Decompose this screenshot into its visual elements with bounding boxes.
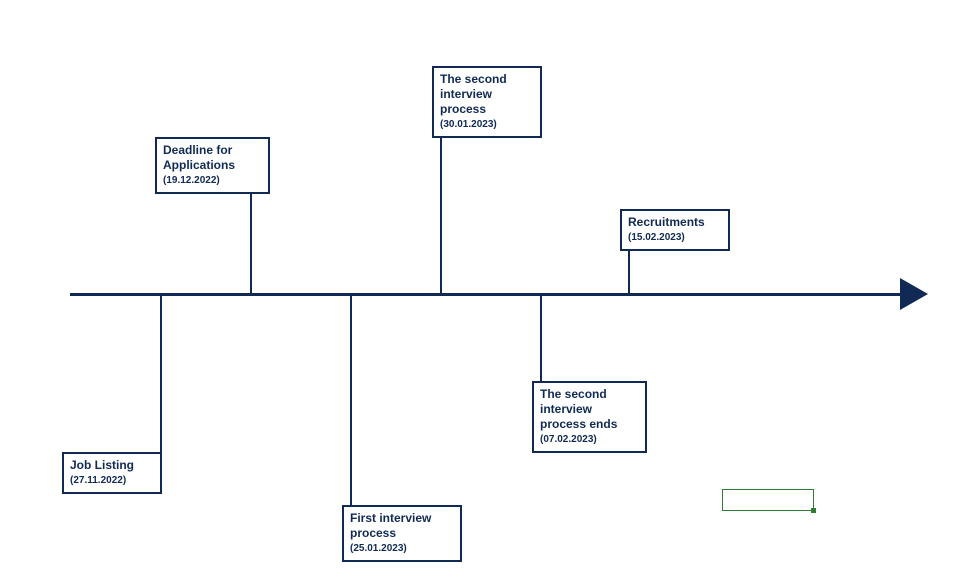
date-job-listing: (27.11.2022) xyxy=(70,475,154,486)
timeline-axis xyxy=(70,293,900,296)
connector-job-listing xyxy=(160,296,162,452)
connector-second-ends xyxy=(540,296,542,381)
card-job-listing: Job Listing (27.11.2022) xyxy=(62,452,162,494)
title-first-interview: First interview process xyxy=(350,511,454,541)
card-first-interview: First interview process (25.01.2023) xyxy=(342,505,462,562)
card-deadline: Deadline for Applications (19.12.2022) xyxy=(155,137,270,194)
date-first-interview: (25.01.2023) xyxy=(350,543,454,554)
title-deadline: Deadline for Applications xyxy=(163,143,262,173)
title-second-ends: The second interview process ends xyxy=(540,387,639,432)
date-second-ends: (07.02.2023) xyxy=(540,434,639,445)
card-second-interview: The second interview process (30.01.2023… xyxy=(432,66,542,138)
date-deadline: (19.12.2022) xyxy=(163,175,262,186)
connector-second-interview xyxy=(440,130,442,294)
title-job-listing: Job Listing xyxy=(70,458,154,473)
date-second-interview: (30.01.2023) xyxy=(440,119,534,130)
connector-first-interview xyxy=(350,296,352,505)
date-recruitments: (15.02.2023) xyxy=(628,232,722,243)
timeline-arrow-icon xyxy=(900,278,928,310)
connector-deadline xyxy=(250,186,252,294)
connector-recruitments xyxy=(628,244,630,294)
title-second-interview: The second interview process xyxy=(440,72,534,117)
selection-rectangle[interactable] xyxy=(722,489,814,511)
title-recruitments: Recruitments xyxy=(628,215,722,230)
card-second-ends: The second interview process ends (07.02… xyxy=(532,381,647,453)
card-recruitments: Recruitments (15.02.2023) xyxy=(620,209,730,251)
resize-handle-icon[interactable] xyxy=(811,508,816,513)
